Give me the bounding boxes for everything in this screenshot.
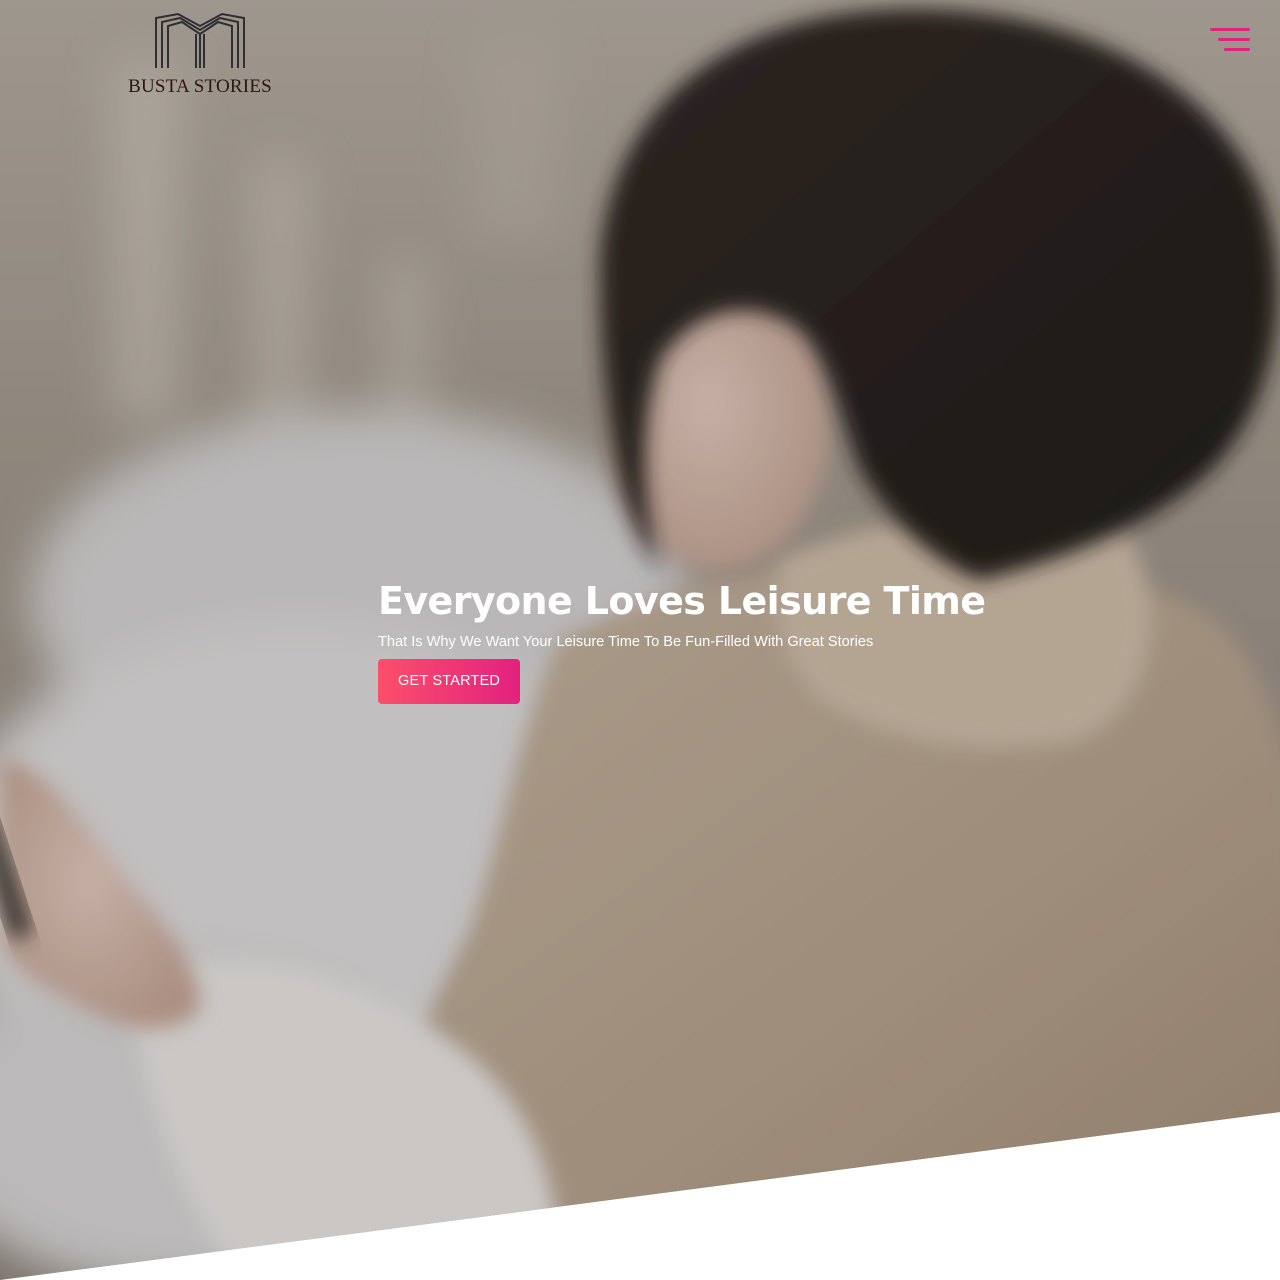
hamburger-menu-icon[interactable]	[1206, 26, 1254, 56]
hero-subtitle: That Is Why We Want Your Leisure Time To…	[378, 634, 874, 650]
get-started-button[interactable]: GET STARTED	[378, 659, 521, 704]
hero-content: Everyone Loves Leisure Time That Is Why …	[378, 576, 998, 704]
open-book-logo-icon	[155, 12, 245, 68]
menu-line-bottom	[1224, 48, 1250, 51]
brand-logo[interactable]: BUSTA STORIES	[128, 12, 272, 97]
menu-line-middle	[1218, 38, 1250, 41]
hero-title: Everyone Loves Leisure Time	[378, 579, 986, 623]
landing-page: BUSTA STORIES Everyone Loves Leisure Tim…	[0, 0, 1280, 1280]
brand-name: BUSTA STORIES	[128, 76, 272, 97]
menu-line-top	[1210, 28, 1250, 31]
